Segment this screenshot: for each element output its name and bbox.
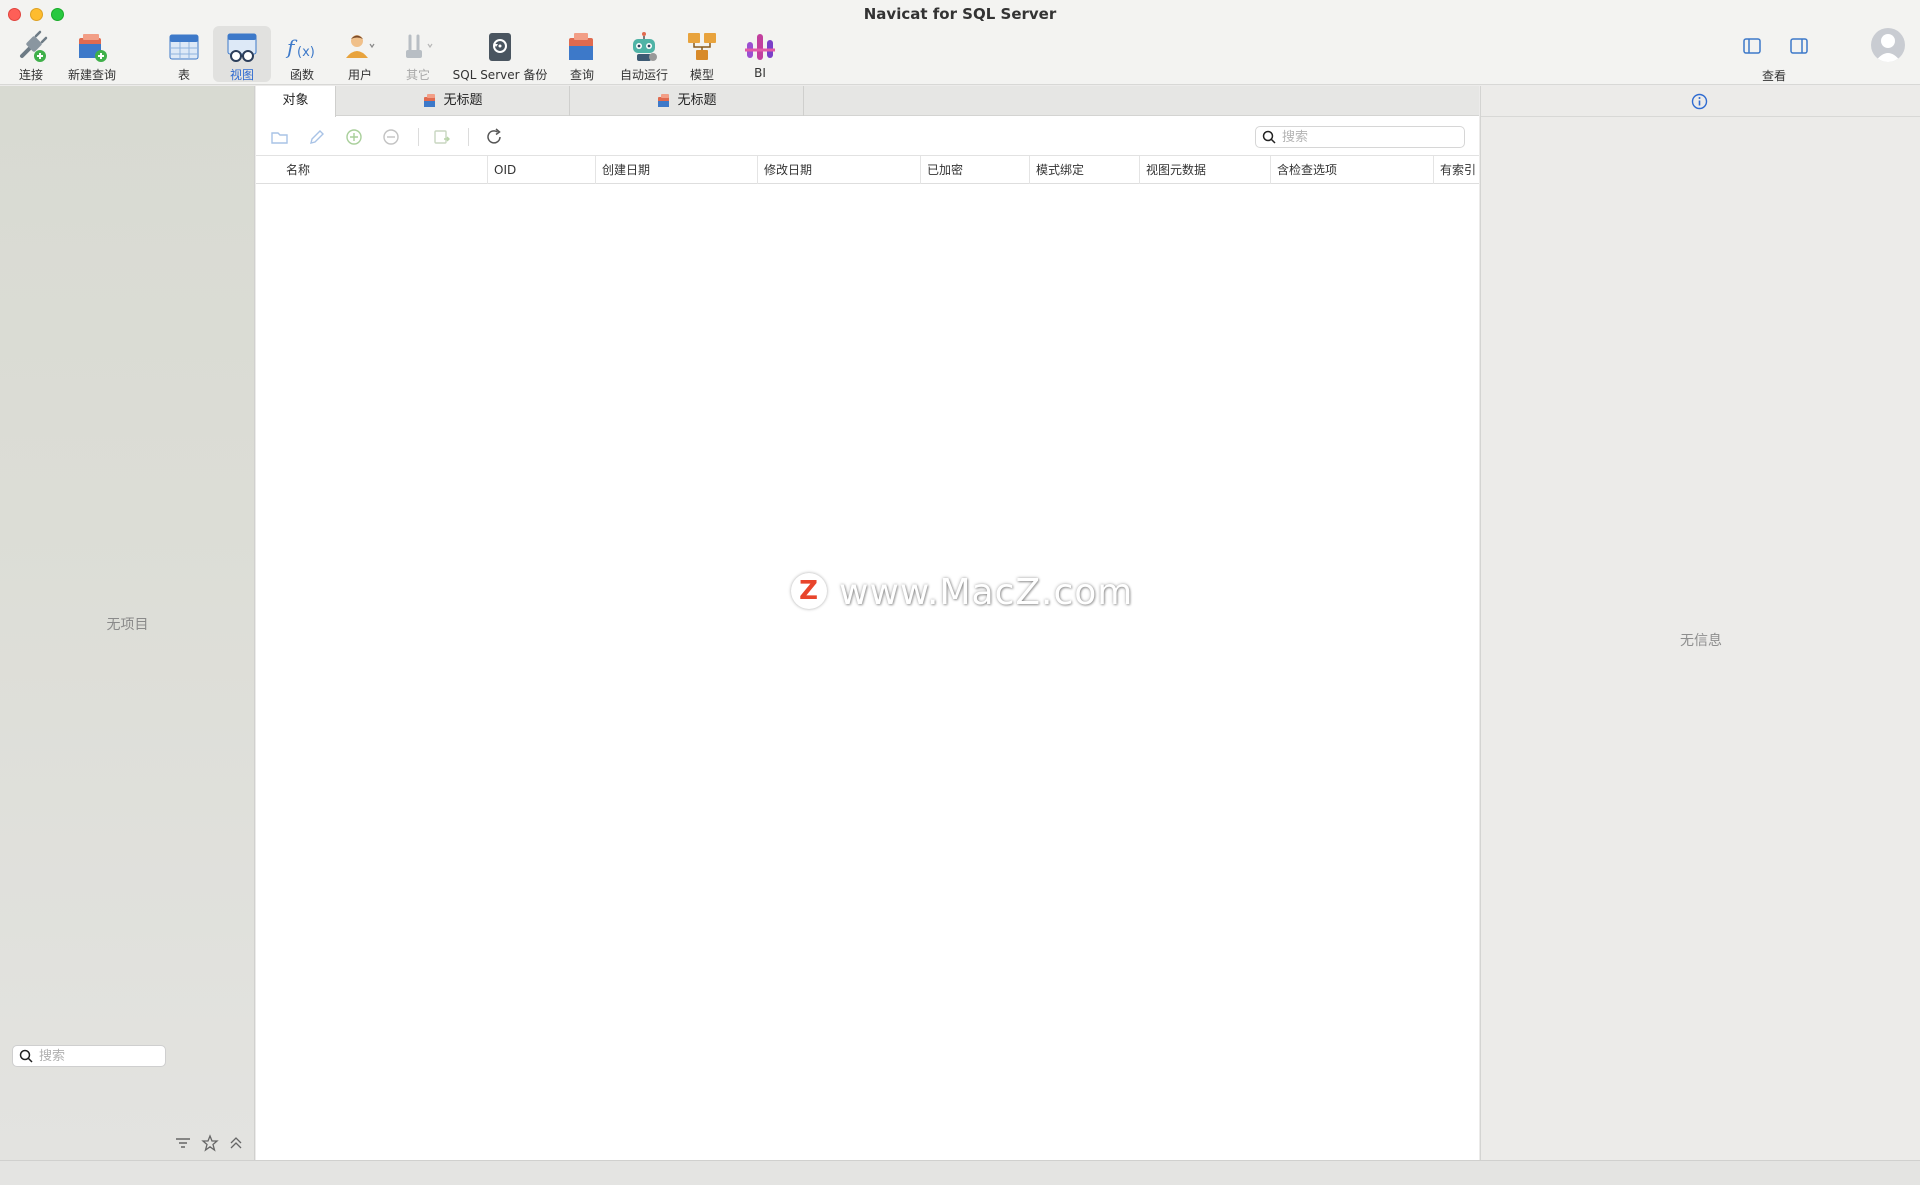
export-icon[interactable] [432, 127, 452, 147]
watermark: Zwww.MacZ.com [791, 572, 1134, 613]
object-search-input[interactable] [1282, 129, 1458, 145]
column-header-schema-binding[interactable]: 模式绑定 [1030, 156, 1140, 184]
toolbar-user-label: 用户 [347, 68, 372, 82]
svg-text:(x): (x) [297, 45, 315, 60]
toolbar-new-query-button[interactable]: 新建查询 [64, 26, 120, 82]
column-header-indexed[interactable]: 有索引 [1434, 156, 1479, 184]
tab-untitled-2[interactable]: 无标题 [570, 86, 804, 116]
toolbar-function-button[interactable]: f (x) 函数 [278, 26, 326, 82]
toolbar-backup-label: SQL Server 备份 [452, 68, 548, 82]
toggle-sidebar-right-icon[interactable] [1790, 37, 1808, 55]
tab-objects[interactable]: 对象 [256, 86, 336, 117]
toolbar-model-button[interactable]: 模型 [680, 26, 724, 82]
sidebar-search-input[interactable] [39, 1048, 159, 1064]
avatar[interactable] [1871, 28, 1905, 62]
toolbar-query-label: 查询 [569, 68, 594, 82]
toolbar-bi-label: BI [754, 66, 766, 80]
object-search-box[interactable] [1255, 126, 1465, 148]
table-icon [169, 34, 199, 60]
toolbar-query-button[interactable]: 查询 [558, 26, 606, 82]
toolbar-connection-button[interactable]: 连接 [8, 26, 54, 82]
info-panel: 无信息 [1480, 86, 1920, 1160]
toolbar-new-query-label: 新建查询 [67, 68, 116, 82]
tab-bar: 对象 无标题 无标题 [256, 86, 1479, 117]
new-query-icon [79, 34, 107, 62]
collapse-icon[interactable] [227, 1134, 245, 1152]
user-avatar-icon [1875, 34, 1901, 62]
toolbar-view-label: 视图 [229, 68, 254, 82]
toolbar-table-label: 表 [177, 68, 190, 82]
query-icon [569, 33, 593, 60]
toolbar-separator [418, 128, 419, 146]
user-icon [346, 35, 375, 58]
tab-objects-label: 对象 [282, 93, 309, 108]
toolbar-other-label: 其它 [405, 68, 430, 82]
add-icon[interactable] [344, 127, 364, 147]
toolbar-automation-label: 自动运行 [619, 68, 668, 82]
table-header: 名称 OID 创建日期 修改日期 已加密 模式绑定 视图元数据 含检查选项 有索… [256, 156, 1479, 184]
toggle-sidebar-left-icon[interactable] [1743, 37, 1761, 55]
model-icon [688, 33, 716, 60]
column-header-check-option[interactable]: 含检查选项 [1271, 156, 1434, 184]
filter-icon[interactable] [174, 1134, 192, 1152]
toolbar-model-label: 模型 [689, 68, 714, 82]
open-folder-icon[interactable] [270, 127, 290, 147]
toolbar-other-button[interactable]: 其它 [394, 26, 442, 82]
toolbar-backup-button[interactable]: SQL Server 备份 [452, 26, 548, 82]
column-header-modified[interactable]: 修改日期 [758, 156, 921, 184]
edit-pencil-icon[interactable] [307, 127, 327, 147]
column-header-oid[interactable]: OID [488, 156, 596, 184]
toolbar-function-label: 函数 [289, 68, 314, 82]
backup-icon [489, 33, 511, 61]
remove-icon[interactable] [381, 127, 401, 147]
column-header-encrypted[interactable]: 已加密 [921, 156, 1030, 184]
column-header-created[interactable]: 创建日期 [596, 156, 758, 184]
tab-untitled-1-label: 无标题 [443, 93, 483, 108]
toolbar-automation-button[interactable]: 自动运行 [613, 26, 675, 82]
toolbar-table-button[interactable]: 表 [160, 26, 208, 82]
column-header-name[interactable]: 名称 [256, 156, 488, 184]
connection-plug-icon [20, 30, 48, 62]
info-icon[interactable] [1691, 93, 1708, 110]
main-content: 对象 无标题 无标题 搜索 名称 OID 创建日期 修改日期 已加密 模式绑定 … [256, 86, 1479, 1160]
toolbar-bi-button[interactable]: BI [738, 26, 782, 82]
toolbar-view-button[interactable]: 视图 [213, 26, 271, 82]
info-empty-text: 无信息 [1680, 633, 1722, 649]
column-header-view-metadata[interactable]: 视图元数据 [1140, 156, 1271, 184]
object-toolbar [256, 116, 1479, 156]
star-icon[interactable] [201, 1134, 219, 1152]
sidebar: 无项目 [0, 86, 255, 1160]
sidebar-search-box[interactable] [12, 1045, 166, 1067]
view-icon [227, 33, 257, 62]
bi-icon [745, 34, 775, 60]
toolbar-user-button[interactable]: 用户 [336, 26, 384, 82]
toolbar-connection-label: 连接 [18, 68, 43, 82]
sidebar-empty-text: 无项目 [106, 617, 149, 633]
status-bar [0, 1160, 1920, 1185]
query-tab-icon [424, 93, 436, 107]
watermark-text: www.MacZ.com [839, 572, 1134, 613]
toolbar-separator [468, 128, 469, 146]
view-label: 查看 [1762, 69, 1787, 83]
tab-untitled-2-label: 无标题 [677, 93, 717, 108]
refresh-icon[interactable] [484, 127, 504, 147]
tab-untitled-1[interactable]: 无标题 [336, 86, 570, 116]
automation-robot-icon [633, 32, 657, 61]
other-tools-icon [406, 34, 433, 58]
search-icon [19, 1049, 33, 1063]
search-icon [1262, 130, 1276, 144]
window-title: Navicat for SQL Server [863, 5, 1057, 23]
info-panel-header [1481, 86, 1920, 117]
query-tab-icon [658, 93, 670, 107]
function-icon: f (x) [285, 35, 315, 60]
title-bar: Navicat for SQL Server 连接 新建查询 表 视图 f (x… [0, 0, 1920, 85]
watermark-logo-icon: Z [791, 573, 827, 609]
